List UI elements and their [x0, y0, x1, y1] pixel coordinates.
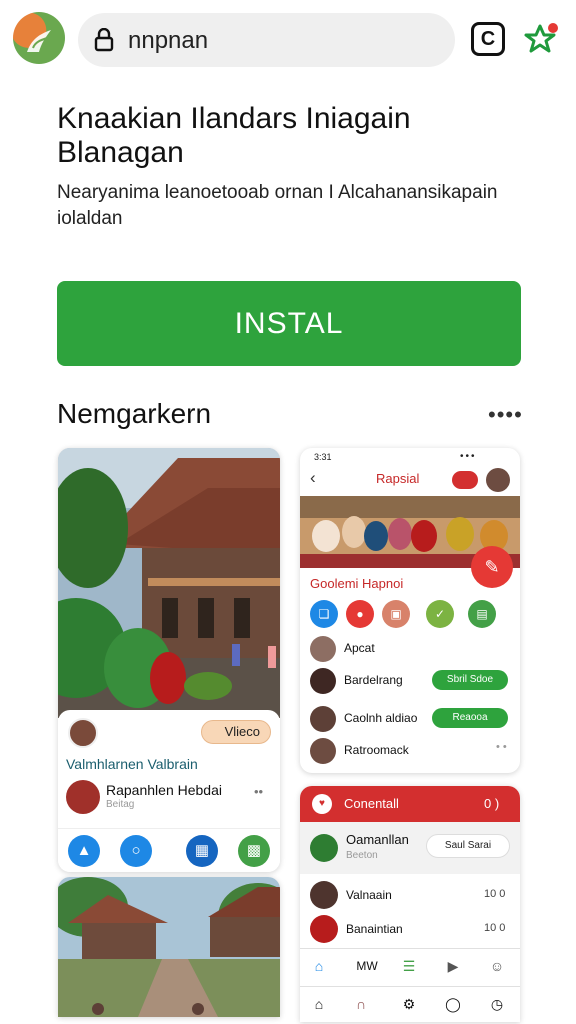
- status-icons: •••: [460, 451, 477, 462]
- item-name: Caolnh aldiao: [344, 711, 418, 725]
- app-description: Nearyanima leanoetooab ornan I Alcahanan…: [57, 182, 498, 229]
- row-count: 10 0: [484, 888, 506, 900]
- calendar-icon[interactable]: ▩: [238, 835, 270, 867]
- pill-label: Vlieco: [224, 724, 260, 739]
- list-item[interactable]: Ratroomack • •: [310, 736, 515, 766]
- home-icon[interactable]: ⌂: [308, 993, 330, 1015]
- chat-icon[interactable]: ○: [120, 835, 152, 867]
- screen2-title: Rapsial: [376, 471, 420, 486]
- app-title: Knaakian Ilandars Iniagain Blanagan: [57, 102, 411, 169]
- screenshot-1[interactable]: Vlieco Valmhlarnen Valbrain Rapanhlen He…: [58, 448, 280, 872]
- add-icon[interactable]: ✎: [471, 546, 513, 588]
- screenshot-3[interactable]: [58, 877, 280, 1017]
- overflow-menu-icon[interactable]: ••: [254, 784, 263, 799]
- record-icon[interactable]: [452, 471, 478, 489]
- tab-bar-bottom: ⌂ ∩ ⚙ ◯ ◷: [300, 986, 520, 1022]
- user-subtitle: Beitag: [106, 799, 135, 810]
- doc-icon[interactable]: ▤: [468, 600, 496, 628]
- list-icon[interactable]: ☰: [398, 955, 420, 977]
- check-icon[interactable]: ✓: [426, 600, 454, 628]
- tab-bar-top: ⌂ MW ☰ ▶ ☺: [300, 948, 520, 984]
- village-photo: [58, 877, 280, 1017]
- list-item[interactable]: Bardelrang Sbril Sdoe: [310, 666, 515, 696]
- list-item[interactable]: Apcat: [310, 634, 515, 664]
- avatar: [310, 738, 336, 764]
- app-logo-icon[interactable]: [13, 12, 65, 64]
- grid-icon[interactable]: ▦: [186, 835, 218, 867]
- screen3-header: ♥ Conentall 0 ): [300, 786, 520, 822]
- pin-icon[interactable]: ●: [346, 600, 374, 628]
- item-name: Bardelrang: [344, 673, 403, 687]
- list-item[interactable]: Banaintian 10 0: [300, 912, 520, 946]
- tabs-icon[interactable]: C: [471, 22, 505, 56]
- clock-icon[interactable]: ◷: [486, 993, 508, 1015]
- user-name: Rapanhlen Hebdai: [106, 782, 222, 798]
- avatar: [310, 668, 336, 694]
- featured-name: Oamanllan: [346, 832, 409, 847]
- filter-icon[interactable]: ❏: [310, 600, 338, 628]
- status-time: 3:31: [314, 452, 332, 462]
- section-label: Goolemi Hapnoi: [310, 576, 404, 591]
- overflow-menu-icon[interactable]: • •: [496, 741, 507, 753]
- video-pill-button[interactable]: Vlieco: [201, 720, 271, 744]
- share-icon[interactable]: ▲: [68, 835, 100, 867]
- address-bar[interactable]: nnpnan: [78, 13, 455, 67]
- tab-label[interactable]: MW: [350, 955, 384, 977]
- lock-icon: [94, 28, 114, 52]
- featured-subtitle: Beeton: [346, 850, 378, 861]
- user-avatar[interactable]: [66, 780, 100, 814]
- screenshot-4[interactable]: ♥ Conentall 0 ) Oamanllan Beeton Saul Sa…: [300, 786, 520, 1022]
- list-item[interactable]: Caolnh aldiao Reaooa: [310, 704, 515, 734]
- photo-icon[interactable]: ▣: [382, 600, 410, 628]
- item-name: Apcat: [344, 641, 375, 655]
- avatar[interactable]: [486, 468, 510, 492]
- heart-icon[interactable]: ♥: [312, 794, 332, 814]
- app-bar: ‹ Rapsial: [300, 466, 520, 494]
- item-action-button[interactable]: Sbril Sdoe: [432, 670, 508, 690]
- avatar: [310, 834, 338, 862]
- url-text[interactable]: nnpnan: [128, 27, 208, 55]
- screen1-panel: Vlieco Valmhlarnen Valbrain Rapanhlen He…: [58, 710, 280, 872]
- house-photo: [58, 448, 280, 718]
- action-icon-row: ▲ ○ ▦ ▩: [58, 828, 280, 872]
- featured-pill-button[interactable]: Saul Sarai: [426, 834, 510, 858]
- video-icon[interactable]: ▶: [442, 955, 464, 977]
- back-icon[interactable]: ‹: [310, 468, 316, 488]
- list-item[interactable]: Valnaain 10 0: [300, 878, 520, 912]
- header-title: Conentall: [344, 796, 399, 811]
- more-options-icon[interactable]: ••••: [488, 402, 523, 428]
- home-icon[interactable]: ⌂: [308, 955, 330, 977]
- avatar[interactable]: [68, 718, 98, 748]
- avatar: [310, 636, 336, 662]
- screen1-title: Valmhlarnen Valbrain: [66, 756, 198, 772]
- item-name: Ratroomack: [344, 743, 409, 757]
- avatar: [310, 915, 338, 943]
- avatar: [310, 706, 336, 732]
- item-action-button[interactable]: Reaooa: [432, 708, 508, 728]
- settings-icon[interactable]: ⚙: [398, 993, 420, 1015]
- row-count: 10 0: [484, 922, 506, 934]
- avatar: [310, 881, 338, 909]
- install-button[interactable]: INSTAL: [57, 281, 521, 366]
- screenshot-2[interactable]: 3:31 ••• ‹ Rapsial ✎ Goolemi Hapnoi ❏ ● …: [300, 448, 520, 773]
- browser-toolbar: nnpnan C: [0, 0, 576, 80]
- star-icon[interactable]: [524, 20, 560, 56]
- building-icon[interactable]: ∩: [350, 993, 372, 1015]
- featured-item[interactable]: Oamanllan Beeton Saul Sarai: [300, 822, 520, 874]
- row-name: Banaintian: [346, 922, 403, 936]
- section-title: Nemgarkern: [57, 398, 212, 429]
- profile-icon[interactable]: ☺: [486, 955, 508, 977]
- row-name: Valnaain: [346, 888, 392, 902]
- chat-icon[interactable]: ◯: [442, 993, 464, 1015]
- header-right[interactable]: 0 ): [484, 796, 499, 811]
